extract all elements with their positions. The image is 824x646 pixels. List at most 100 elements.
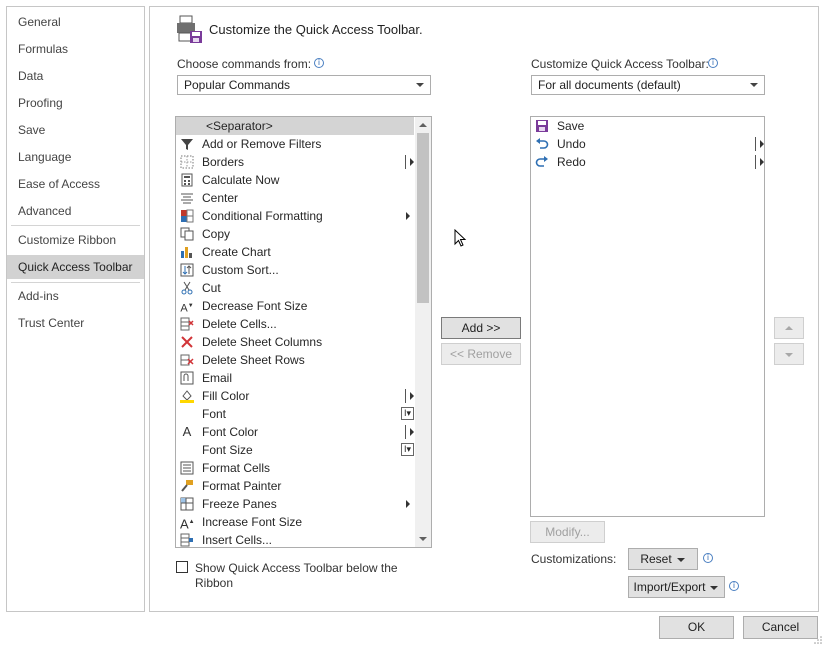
reset-button[interactable]: Reset (628, 548, 698, 570)
modify-button[interactable]: Modify... (530, 521, 605, 543)
scroll-up-icon[interactable] (419, 123, 427, 127)
nav-divider (11, 282, 140, 283)
center-align-icon (181, 193, 193, 204)
freeze-panes-icon (180, 497, 194, 511)
list-item[interactable]: A Font Color (176, 423, 414, 441)
list-item[interactable]: Redo (531, 153, 764, 171)
cancel-button[interactable]: Cancel (743, 616, 818, 639)
submenu-arrow-icon (406, 212, 410, 220)
list-item-label: Increase Font Size (202, 515, 303, 529)
toolbar-commands-listbox[interactable]: Save Undo Redo (530, 116, 765, 517)
list-item[interactable]: Cut (176, 279, 414, 297)
list-item[interactable]: A▼ Decrease Font Size (176, 297, 414, 315)
info-icon[interactable]: i (703, 553, 713, 563)
list-item[interactable]: Copy (176, 225, 414, 243)
list-item-label: Undo (557, 137, 586, 151)
list-item[interactable]: Delete Sheet Columns (176, 333, 414, 351)
arrow-up-icon (785, 326, 793, 330)
commands-listbox[interactable]: <Separator> Add or Remove Filters Border… (175, 116, 432, 548)
sort-icon (180, 263, 194, 277)
list-item[interactable]: Center (176, 189, 414, 207)
list-item-label: Format Painter (202, 479, 282, 493)
nav-item-customize-ribbon[interactable]: Customize Ribbon (7, 228, 144, 252)
fill-color-icon (180, 390, 194, 403)
nav-item-data[interactable]: Data (7, 64, 144, 88)
list-item[interactable]: Fill Color (176, 387, 414, 405)
move-up-button[interactable] (774, 317, 804, 339)
nav-item-add-ins[interactable]: Add-ins (7, 284, 144, 308)
page-title: Customize the Quick Access Toolbar. (209, 22, 423, 37)
scroll-down-icon[interactable] (419, 537, 427, 541)
list-item-label: Cut (202, 281, 221, 295)
list-item[interactable]: Format Cells (176, 459, 414, 477)
nav-item-ease-of-access[interactable]: Ease of Access (7, 172, 144, 196)
list-item[interactable]: Freeze Panes (176, 495, 414, 513)
nav-item-general[interactable]: General (7, 10, 144, 34)
add-button[interactable]: Add >> (441, 317, 521, 339)
list-item-label: Insert Cells... (202, 533, 273, 547)
nav-item-proofing[interactable]: Proofing (7, 91, 144, 115)
increase-font-icon: A▲ (180, 516, 195, 532)
redo-icon (535, 156, 548, 167)
list-item[interactable]: Delete Cells... (176, 315, 414, 333)
chevron-down-icon (677, 558, 685, 562)
list-item[interactable]: Format Painter (176, 477, 414, 495)
list-item-label: Redo (557, 155, 586, 169)
list-item[interactable]: Conditional Formatting (176, 207, 414, 225)
nav-item-save[interactable]: Save (7, 118, 144, 142)
insert-cells-icon (180, 533, 193, 547)
nav-item-quick-access-toolbar[interactable]: Quick Access Toolbar (7, 255, 144, 279)
remove-button[interactable]: << Remove (441, 343, 521, 365)
scrollbar-thumb[interactable] (417, 133, 429, 303)
dropdown-value: For all documents (default) (538, 78, 681, 92)
format-painter-icon (181, 480, 193, 492)
font-color-icon: A (182, 424, 192, 439)
save-icon (536, 120, 548, 132)
resize-grip-icon[interactable] (813, 635, 823, 645)
chevron-down-icon (416, 83, 424, 87)
choose-commands-dropdown[interactable]: Popular Commands (177, 75, 431, 95)
list-item-label: Format Cells (202, 461, 271, 475)
list-item[interactable]: A▲ Increase Font Size (176, 513, 414, 531)
copy-icon (180, 227, 194, 241)
import-export-label: Import/Export (633, 580, 706, 594)
list-item[interactable]: Custom Sort... (176, 261, 414, 279)
list-item-label: Add or Remove Filters (202, 137, 322, 151)
info-icon[interactable]: i (708, 58, 718, 68)
list-item[interactable]: Font I▾ (176, 405, 414, 423)
ok-button[interactable]: OK (659, 616, 734, 639)
customize-toolbar-label: Customize Quick Access Toolbar: (531, 57, 709, 71)
nav-item-language[interactable]: Language (7, 145, 144, 169)
list-item[interactable]: Font Size I▾ (176, 441, 414, 459)
list-item-label: Delete Sheet Rows (202, 353, 305, 367)
nav-item-advanced[interactable]: Advanced (7, 199, 144, 223)
list-item[interactable]: Create Chart (176, 243, 414, 261)
move-down-button[interactable] (774, 343, 804, 365)
submenu-arrow-icon (406, 500, 410, 508)
customizations-label: Customizations: (531, 552, 617, 566)
customize-toolbar-dropdown[interactable]: For all documents (default) (531, 75, 765, 95)
list-item-label: Font Color (202, 425, 259, 439)
list-item-label: Center (202, 191, 239, 205)
list-item[interactable]: <Separator> (176, 117, 414, 135)
list-item[interactable]: Add or Remove Filters (176, 135, 414, 153)
list-item-label: Delete Sheet Columns (202, 335, 323, 349)
list-item-label: Calculate Now (202, 173, 280, 187)
list-item[interactable]: Calculate Now (176, 171, 414, 189)
chart-icon (181, 247, 192, 258)
list-item-label: Font (202, 407, 227, 421)
scrollbar[interactable] (415, 117, 431, 547)
info-icon[interactable]: i (314, 58, 324, 68)
show-below-ribbon-checkbox[interactable] (176, 561, 188, 573)
list-item[interactable]: Email (176, 369, 414, 387)
info-icon[interactable]: i (729, 581, 739, 591)
list-item[interactable]: Insert Cells... (176, 531, 414, 547)
import-export-button[interactable]: Import/Export (628, 576, 725, 598)
list-item[interactable]: Delete Sheet Rows (176, 351, 414, 369)
list-item[interactable]: Save (531, 117, 764, 135)
nav-item-formulas[interactable]: Formulas (7, 37, 144, 61)
list-item[interactable]: Undo (531, 135, 764, 153)
list-item[interactable]: Borders (176, 153, 414, 171)
nav-item-trust-center[interactable]: Trust Center (7, 311, 144, 335)
list-item-label: Font Size (202, 443, 253, 457)
